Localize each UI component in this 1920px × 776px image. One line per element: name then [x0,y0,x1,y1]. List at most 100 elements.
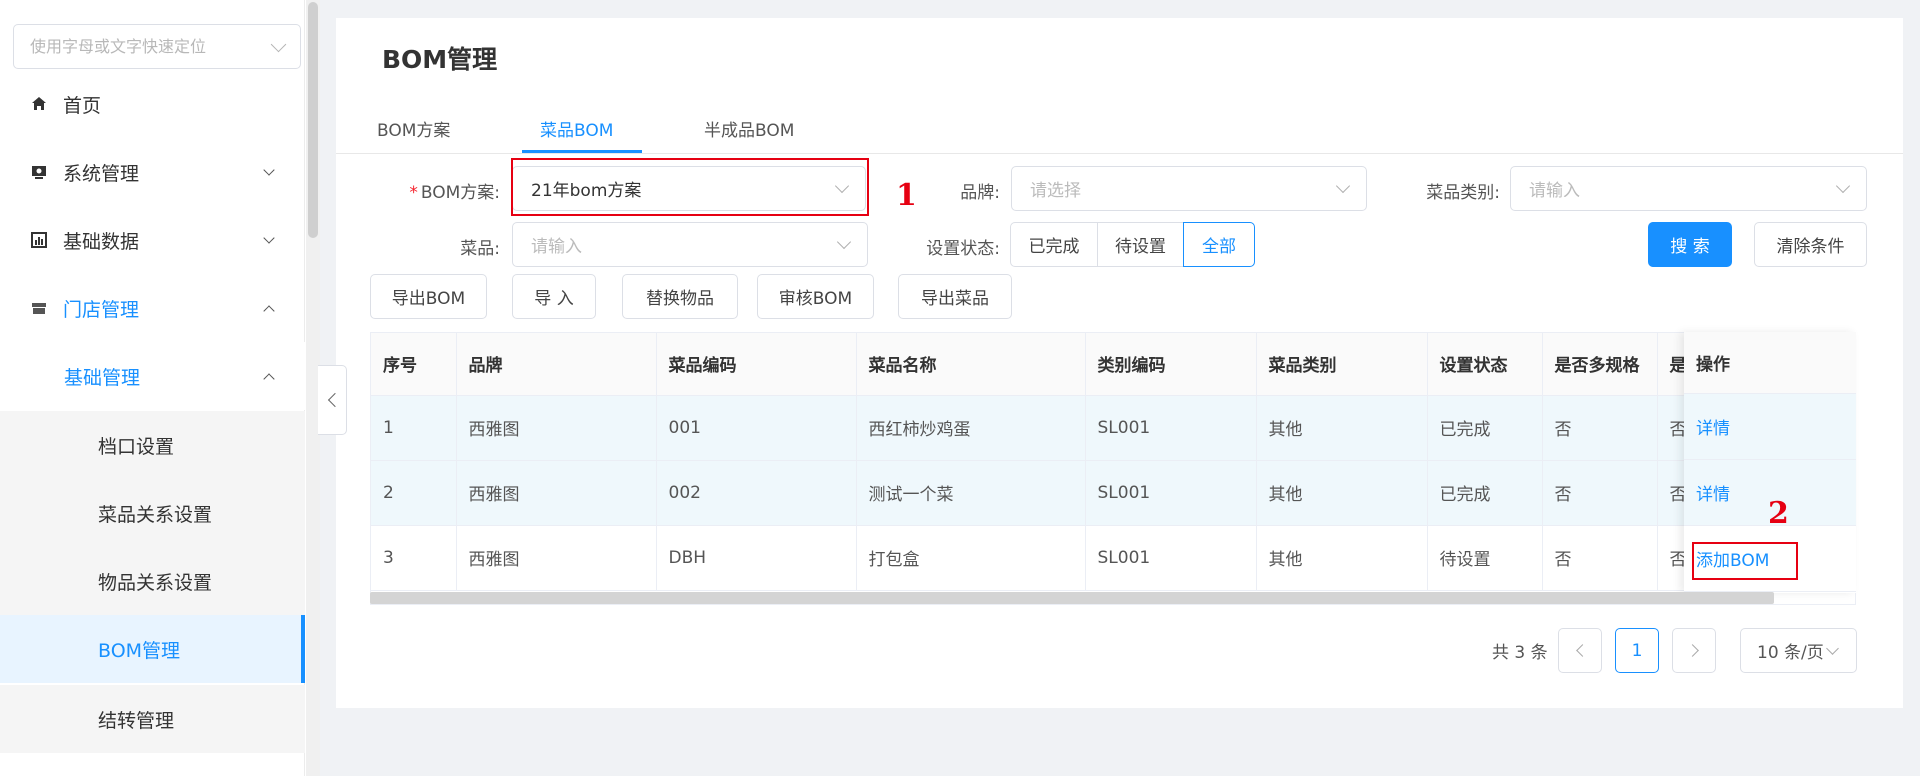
table-header-row: 序号 品牌 菜品编码 菜品名称 类别编码 菜品类别 设置状态 是否多规格 是 [371,333,1855,396]
brand-label: 品牌: [960,183,1000,203]
next-page-button[interactable] [1672,628,1716,673]
table-cell: 其他 [1256,460,1428,526]
sidebar-item-item-relations[interactable]: 物品关系设置 [0,547,305,615]
chevron-left-icon [327,392,342,408]
annotation-box-2 [1692,542,1798,580]
chevron-up-icon [263,304,275,317]
sidebar-item-label: 基础数据 [63,230,140,253]
sidebar-item-carryover[interactable]: 结转管理 [0,685,305,753]
sidebar-item-system[interactable]: 系统管理 [0,138,305,206]
bom-plan-label-text: BOM方案: [420,183,500,203]
table-cell: 2 [371,460,457,526]
sidebar-scrollbar-thumb[interactable] [308,2,318,238]
chevron-down-icon [1825,641,1839,655]
dish-category-placeholder: 请输入 [1529,181,1580,201]
table-cell: 西红柿炒鸡蛋 [856,395,1086,461]
sidebar-item-label: 物品关系设置 [98,571,213,594]
sidebar-item-bom-manage[interactable]: BOM管理 [0,615,305,683]
annotation-number-2: 2 [1768,496,1789,531]
page-size-value: 10 条/页 [1757,643,1824,663]
sidebar-item-label: 档口设置 [98,435,175,458]
table-row: 1 西雅图 001 西红柿炒鸡蛋 SL001 其他 已完成 否 否 [371,395,1855,461]
table-cell: DBH [656,525,857,591]
review-bom-button[interactable]: 审核BOM [757,274,874,319]
tab-semi-product-bom[interactable]: 半成品BOM [704,116,794,141]
table-cell: 已完成 [1427,460,1543,526]
col-header: 菜品类别 [1256,333,1428,396]
sidebar: 首页 系统管理 基础数据 门店管理 基础管理 档口设置 菜品关系设置 物品关系设… [0,0,305,776]
detail-link[interactable]: 详情 [1696,480,1730,505]
table-cell: 打包盒 [856,525,1086,591]
sidebar-item-home[interactable]: 首页 [0,70,305,138]
page-number-button[interactable]: 1 [1615,628,1659,673]
sidebar-item-stall-settings[interactable]: 档口设置 [0,411,305,479]
chevron-down-icon [1835,178,1851,194]
export-bom-button[interactable]: 导出BOM [370,274,487,319]
table-row: 2 西雅图 002 测试一个菜 SL001 其他 已完成 否 否 [371,460,1855,526]
col-header: 类别编码 [1085,333,1257,396]
sidebar-item-dish-relations[interactable]: 菜品关系设置 [0,479,305,547]
tab-dish-bom[interactable]: 菜品BOM [540,116,613,141]
chevron-down-icon [263,163,275,176]
bar-chart-icon [30,231,48,249]
status-option-all[interactable]: 全部 [1183,222,1255,267]
table-row: 3 西雅图 DBH 打包盒 SL001 其他 待设置 否 否 [371,525,1855,591]
sidebar-collapse-button[interactable] [318,365,347,435]
menu-search-select[interactable] [13,24,301,69]
sidebar-item-store[interactable]: 门店管理 [0,274,305,342]
col-header: 品牌 [456,333,657,396]
sidebar-item-label: 基础管理 [64,366,141,389]
prev-page-button[interactable] [1558,628,1602,673]
sidebar-item-basic-manage[interactable]: 基础管理 [0,342,305,410]
store-icon [30,299,48,317]
replace-items-button[interactable]: 替换物品 [622,274,738,319]
import-button[interactable]: 导 入 [512,274,596,319]
status-option-pending[interactable]: 待设置 [1097,222,1184,267]
table-cell: 001 [656,395,857,461]
chevron-down-icon [270,36,287,52]
table-cell: 其他 [1256,395,1428,461]
chevron-left-icon [1575,644,1589,657]
table-cell: 西雅图 [456,525,657,591]
pagination-total: 共 3 条 [1492,643,1548,663]
chevron-down-icon [1335,178,1351,194]
sidebar-item-label: 菜品关系设置 [98,503,213,526]
dish-category-label: 菜品类别: [1426,183,1500,203]
required-asterisk: * [409,183,418,203]
sidebar-item-label: 首页 [63,94,102,117]
export-dishes-button[interactable]: 导出菜品 [898,274,1012,319]
search-button[interactable]: 搜 索 [1648,222,1732,267]
chevron-right-icon [1685,644,1699,657]
clear-filters-button[interactable]: 清除条件 [1754,222,1867,267]
dish-select[interactable]: 请输入 [512,222,868,267]
brand-select[interactable]: 请选择 [1011,166,1367,211]
col-header: 菜品名称 [856,333,1086,396]
table-horizontal-scrollbar[interactable] [370,592,1774,604]
table-cell: 否 [1542,395,1658,461]
dish-category-select[interactable]: 请输入 [1510,166,1867,211]
table-cell: 否 [1657,395,1686,461]
table-cell: 002 [656,460,857,526]
sidebar-item-basic-data[interactable]: 基础数据 [0,206,305,274]
table-cell: 否 [1542,525,1658,591]
tab-bom-plan[interactable]: BOM方案 [377,116,450,141]
detail-link[interactable]: 详情 [1696,414,1730,439]
chevron-down-icon [263,231,275,244]
chevron-down-icon [836,234,852,250]
table-cell: 3 [371,525,457,591]
table-cell: 1 [371,395,457,461]
page-size-select[interactable]: 10 条/页 [1740,628,1857,673]
menu-search-input[interactable] [30,37,273,56]
sidebar-item-label: 门店管理 [63,298,140,321]
status-option-done[interactable]: 已完成 [1010,222,1098,267]
actions-header: 操作 [1684,332,1856,394]
chevron-up-icon [263,372,275,385]
table-cell: 西雅图 [456,395,657,461]
dish-placeholder: 请输入 [531,237,582,257]
monitor-gear-icon [30,163,48,181]
tab-bar: BOM方案 菜品BOM 半成品BOM [336,108,1903,154]
dish-label: 菜品: [460,239,500,259]
annotation-box-1 [511,158,869,216]
col-header: 是否多规格 [1542,333,1658,396]
page-title: BOM管理 [382,45,498,74]
